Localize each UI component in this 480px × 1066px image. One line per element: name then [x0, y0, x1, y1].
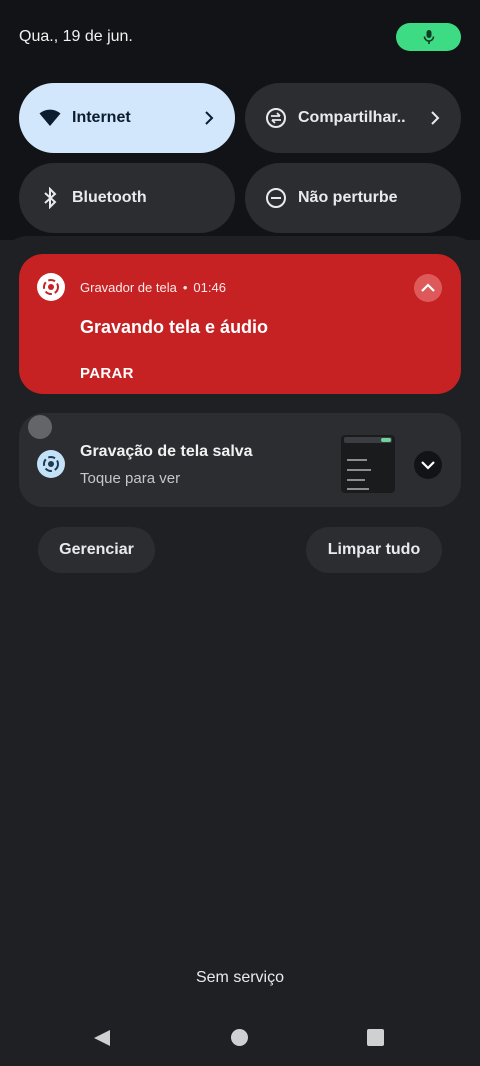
app-name: Gravador de tela	[80, 280, 177, 295]
back-icon[interactable]	[93, 1029, 111, 1047]
tile-share-label: Compartilhar..	[298, 109, 406, 126]
home-icon[interactable]	[231, 1029, 248, 1046]
chevron-up-icon	[421, 283, 435, 292]
bluetooth-icon	[38, 186, 62, 210]
tile-share[interactable]: Compartilhar..	[245, 83, 461, 153]
expand-button[interactable]	[414, 451, 442, 479]
status-date: Qua., 19 de jun.	[19, 28, 133, 45]
notification-header: Gravador de tela • 01:46	[80, 280, 226, 295]
recents-icon[interactable]	[367, 1029, 384, 1046]
microphone-icon	[423, 30, 434, 44]
mic-privacy-indicator[interactable]	[396, 23, 461, 51]
recording-thumbnail[interactable]	[341, 435, 395, 493]
carrier-status: Sem serviço	[195, 969, 285, 986]
screen-recording-notification[interactable]: Gravador de tela • 01:46 Gravando tela e á…	[19, 254, 461, 394]
tile-internet-label: Internet	[72, 109, 131, 126]
tile-do-not-disturb-label: Não perturbe	[298, 189, 398, 206]
share-sync-icon	[264, 106, 288, 130]
notification-title: Gravação de tela salva	[80, 443, 253, 460]
manage-button[interactable]: Gerenciar	[38, 527, 155, 573]
stop-button[interactable]: PARAR	[80, 365, 134, 382]
wifi-icon	[38, 106, 62, 130]
collapse-button[interactable]	[414, 274, 442, 302]
recording-saved-notification[interactable]: Gravação de tela salva Toque para ver	[19, 413, 461, 507]
touch-indicator	[28, 415, 52, 439]
screen-recorder-icon	[37, 450, 65, 478]
notification-title: Gravando tela e áudio	[80, 317, 269, 337]
chevron-right-icon	[197, 106, 221, 130]
recording-time: 01:46	[193, 280, 226, 295]
tile-do-not-disturb[interactable]: Não perturbe	[245, 163, 461, 233]
chevron-down-icon	[421, 461, 435, 470]
tile-bluetooth-label: Bluetooth	[72, 189, 147, 206]
notification-subtitle: Toque para ver	[80, 470, 181, 487]
screen-recorder-icon	[37, 273, 65, 301]
separator-dot: •	[182, 280, 188, 295]
do-not-disturb-icon	[264, 186, 288, 210]
chevron-right-icon	[423, 106, 447, 130]
clear-all-button[interactable]: Limpar tudo	[306, 527, 442, 573]
tile-bluetooth[interactable]: Bluetooth	[19, 163, 235, 233]
tile-internet[interactable]: Internet	[19, 83, 235, 153]
